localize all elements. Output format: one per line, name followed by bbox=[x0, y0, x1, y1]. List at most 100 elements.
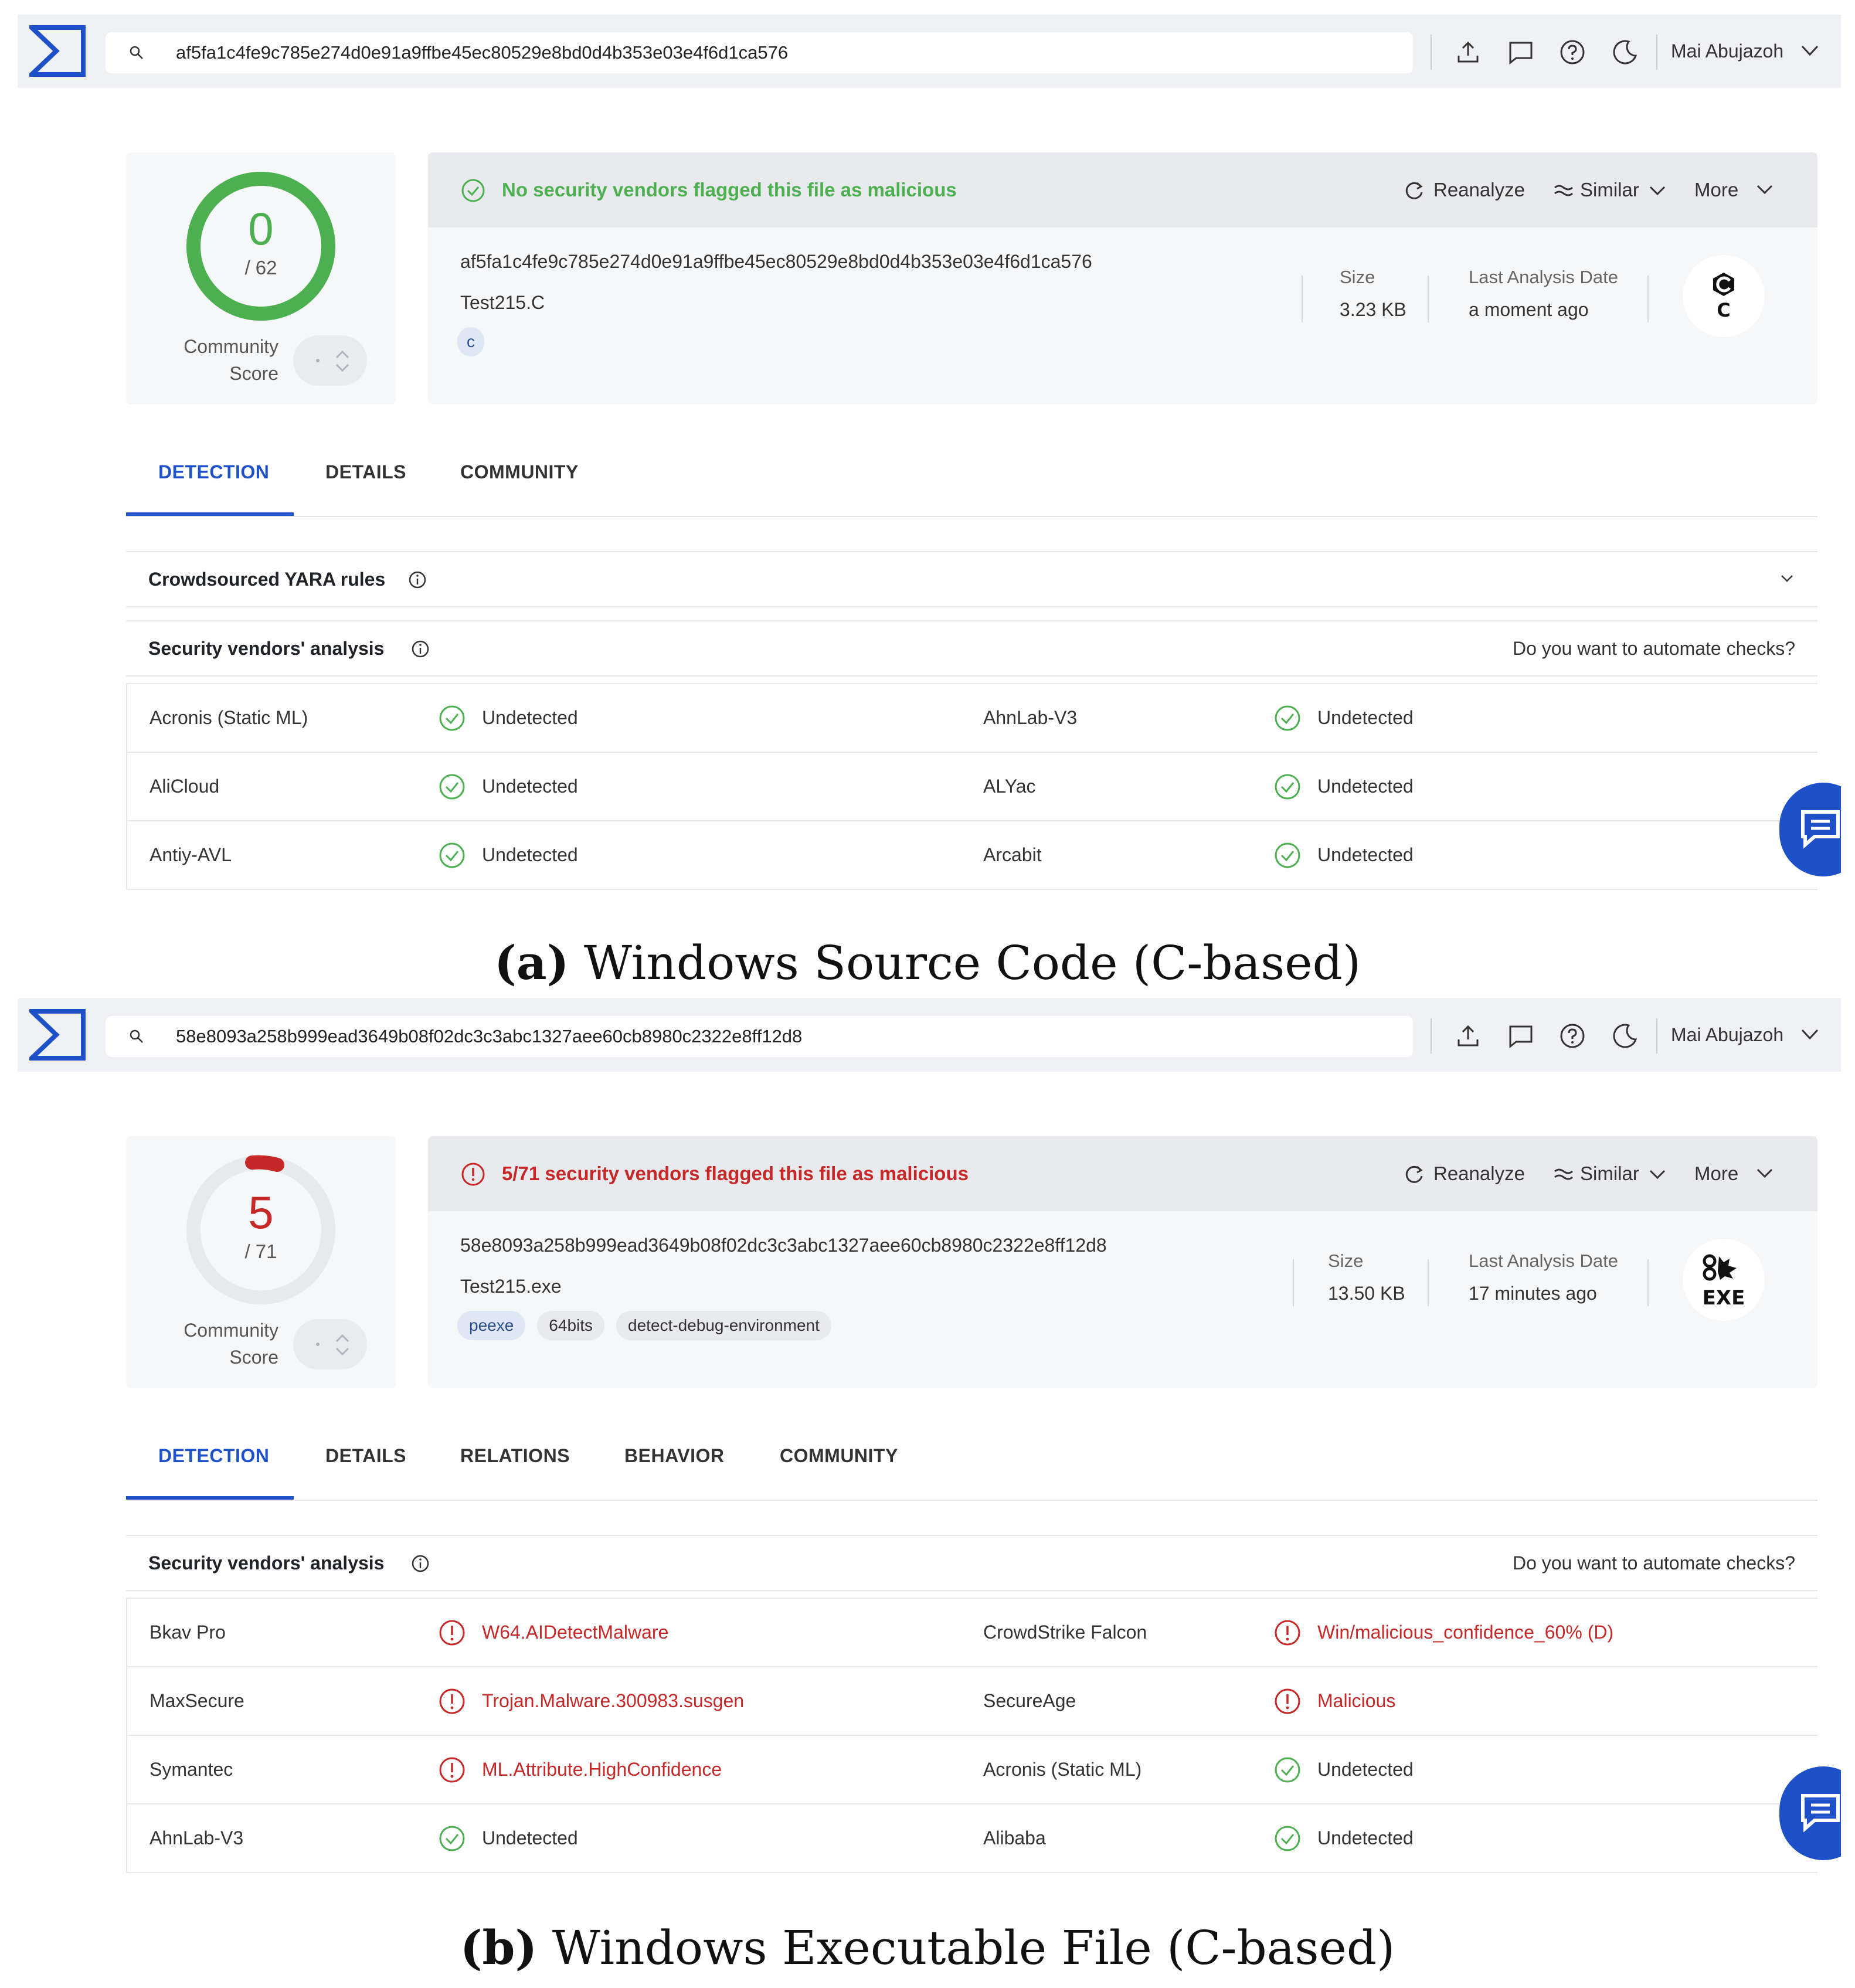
file-hash[interactable]: af5fa1c4fe9c785e274d0e91a9ffbe45ec80529e… bbox=[460, 251, 1092, 273]
tab-detection[interactable]: DETECTION bbox=[158, 1429, 269, 1500]
automate-checks-link[interactable]: Do you want to automate checks? bbox=[1513, 621, 1795, 675]
info-icon[interactable] bbox=[410, 639, 430, 659]
community-label-line1: Community bbox=[184, 336, 278, 357]
file-tag[interactable]: 64bits bbox=[537, 1311, 605, 1340]
check-circle-icon bbox=[1275, 842, 1300, 868]
tab-relations[interactable]: RELATIONS bbox=[460, 1429, 570, 1500]
tab-community[interactable]: COMMUNITY bbox=[780, 1429, 898, 1500]
alert-circle-icon bbox=[439, 1757, 465, 1783]
search-icon bbox=[130, 46, 143, 59]
community-label-line2: Score bbox=[229, 1347, 278, 1368]
chevron-down-icon[interactable] bbox=[1756, 1165, 1774, 1181]
dark-mode-icon[interactable] bbox=[1611, 38, 1639, 66]
detection-count: 5 bbox=[248, 1187, 274, 1238]
similar-icon bbox=[1554, 185, 1573, 196]
vendor-row: Bkav Pro W64.AIDetectMalware CrowdStrike… bbox=[126, 1599, 1817, 1667]
tab-community[interactable]: COMMUNITY bbox=[460, 446, 579, 516]
upload-icon[interactable] bbox=[1454, 1022, 1482, 1050]
vendor-table: Bkav Pro W64.AIDetectMalware CrowdStrike… bbox=[126, 1598, 1817, 1873]
vendors-analysis-title: Security vendors' analysis bbox=[148, 638, 385, 659]
virustotal-logo[interactable] bbox=[29, 25, 86, 77]
chevron-down-icon[interactable] bbox=[1649, 1167, 1666, 1182]
check-circle-icon bbox=[1275, 1826, 1300, 1851]
meta-divider bbox=[1302, 276, 1303, 322]
vendors-section-header: Security vendors' analysis Do you want t… bbox=[126, 620, 1817, 677]
size-value: 13.50 KB bbox=[1328, 1283, 1405, 1304]
vendors-section-header: Security vendors' analysis Do you want t… bbox=[126, 1535, 1817, 1591]
chevron-down-icon[interactable] bbox=[1649, 183, 1666, 198]
search-input[interactable]: af5fa1c4fe9c785e274d0e91a9ffbe45ec80529e… bbox=[106, 32, 1413, 73]
search-input[interactable]: 58e8093a258b999ead3649b08f02dc3c3abc1327… bbox=[106, 1016, 1413, 1057]
vendor-total: / 71 bbox=[244, 1241, 277, 1262]
virustotal-logo[interactable] bbox=[29, 1009, 86, 1061]
vendor-row: Acronis (Static ML) Undetected AhnLab-V3… bbox=[126, 684, 1817, 753]
alert-circle-icon bbox=[1275, 1688, 1300, 1714]
vendor-table: Acronis (Static ML) Undetected AhnLab-V3… bbox=[126, 683, 1817, 890]
automate-checks-link[interactable]: Do you want to automate checks? bbox=[1513, 1536, 1795, 1590]
community-label-line1: Community bbox=[184, 1320, 278, 1341]
vendor-result: Undetected bbox=[1317, 844, 1414, 865]
chevron-down-icon[interactable] bbox=[1780, 573, 1794, 584]
file-hash[interactable]: 58e8093a258b999ead3649b08f02dc3c3abc1327… bbox=[460, 1235, 1107, 1256]
vendor-row: AhnLab-V3 Undetected Alibaba Undetected bbox=[126, 1805, 1817, 1873]
caption-a: (a) Windows Source Code (C-based) bbox=[0, 935, 1855, 990]
reanalyze-icon bbox=[1405, 1165, 1423, 1183]
chevron-down-icon[interactable] bbox=[1800, 1027, 1820, 1042]
similar-button[interactable]: Similar bbox=[1580, 1136, 1639, 1211]
file-tags: peexe 64bits detect-debug-environment bbox=[457, 1311, 843, 1343]
info-icon[interactable] bbox=[407, 570, 427, 590]
chat-icon[interactable] bbox=[1507, 1022, 1535, 1050]
tab-details[interactable]: DETAILS bbox=[325, 446, 406, 516]
status-text: 5/71 security vendors flagged this file … bbox=[502, 1163, 969, 1184]
chat-icon[interactable] bbox=[1507, 38, 1535, 66]
yara-rules-section[interactable]: Crowdsourced YARA rules bbox=[126, 551, 1817, 607]
file-tag[interactable]: detect-debug-environment bbox=[616, 1311, 831, 1340]
user-name[interactable]: Mai Abujazoh bbox=[1671, 15, 1783, 88]
file-name: Test215.C bbox=[460, 292, 545, 313]
check-circle-icon bbox=[1275, 705, 1300, 731]
vendor-name: AliCloud bbox=[150, 776, 220, 797]
check-circle-icon bbox=[439, 842, 465, 868]
toolbar-divider bbox=[1431, 35, 1432, 70]
reanalyze-icon bbox=[1405, 182, 1423, 199]
check-circle-icon bbox=[439, 1826, 465, 1851]
upload-icon[interactable] bbox=[1454, 38, 1482, 66]
vendor-result: Win/malicious_confidence_60% (D) bbox=[1317, 1622, 1614, 1643]
chevron-down-icon[interactable] bbox=[1800, 43, 1820, 58]
help-icon[interactable] bbox=[1558, 38, 1586, 66]
similar-button[interactable]: Similar bbox=[1580, 152, 1639, 227]
reanalyze-button[interactable]: Reanalyze bbox=[1433, 1136, 1525, 1211]
file-type-glyph: EXE bbox=[1703, 1254, 1745, 1310]
vendor-result: Undetected bbox=[482, 776, 578, 797]
detection-score-card: 0 / 62 Community Score bbox=[126, 152, 396, 405]
reanalyze-button[interactable]: Reanalyze bbox=[1433, 152, 1525, 227]
vendor-row: Antiy-AVL Undetected Arcabit Undetected bbox=[126, 821, 1817, 890]
tab-behavior[interactable]: BEHAVIOR bbox=[624, 1429, 725, 1500]
tab-details[interactable]: DETAILS bbox=[325, 1429, 406, 1500]
help-icon[interactable] bbox=[1558, 1022, 1586, 1050]
vendor-result: Undetected bbox=[482, 844, 578, 865]
caption-a-letter: (a) bbox=[494, 935, 569, 990]
chevron-down-icon[interactable] bbox=[1756, 182, 1774, 197]
vendor-name: Acronis (Static ML) bbox=[150, 707, 308, 728]
vendor-name: Symantec bbox=[150, 1759, 233, 1780]
search-icon bbox=[130, 1029, 143, 1043]
c-file-icon: C bbox=[1683, 255, 1765, 337]
vendor-result: Malicious bbox=[1317, 1690, 1396, 1711]
last-analysis-label: Last Analysis Date bbox=[1469, 267, 1619, 287]
file-tag[interactable]: peexe bbox=[457, 1311, 526, 1340]
status-banner: 5/71 security vendors flagged this file … bbox=[428, 1136, 1817, 1211]
file-tag[interactable]: c bbox=[457, 327, 484, 356]
info-icon[interactable] bbox=[410, 1554, 430, 1574]
more-button[interactable]: More bbox=[1694, 1136, 1738, 1211]
dark-mode-icon[interactable] bbox=[1611, 1022, 1639, 1050]
detection-count: 0 bbox=[248, 203, 274, 254]
vote-control[interactable] bbox=[293, 1319, 367, 1369]
size-label: Size bbox=[1340, 267, 1375, 287]
user-name[interactable]: Mai Abujazoh bbox=[1671, 998, 1783, 1072]
more-button[interactable]: More bbox=[1694, 152, 1738, 227]
exe-file-icon: EXE bbox=[1683, 1239, 1765, 1321]
tab-detection[interactable]: DETECTION bbox=[158, 446, 269, 516]
vote-control[interactable] bbox=[293, 335, 367, 386]
chat-bubble-icon bbox=[1801, 810, 1840, 849]
